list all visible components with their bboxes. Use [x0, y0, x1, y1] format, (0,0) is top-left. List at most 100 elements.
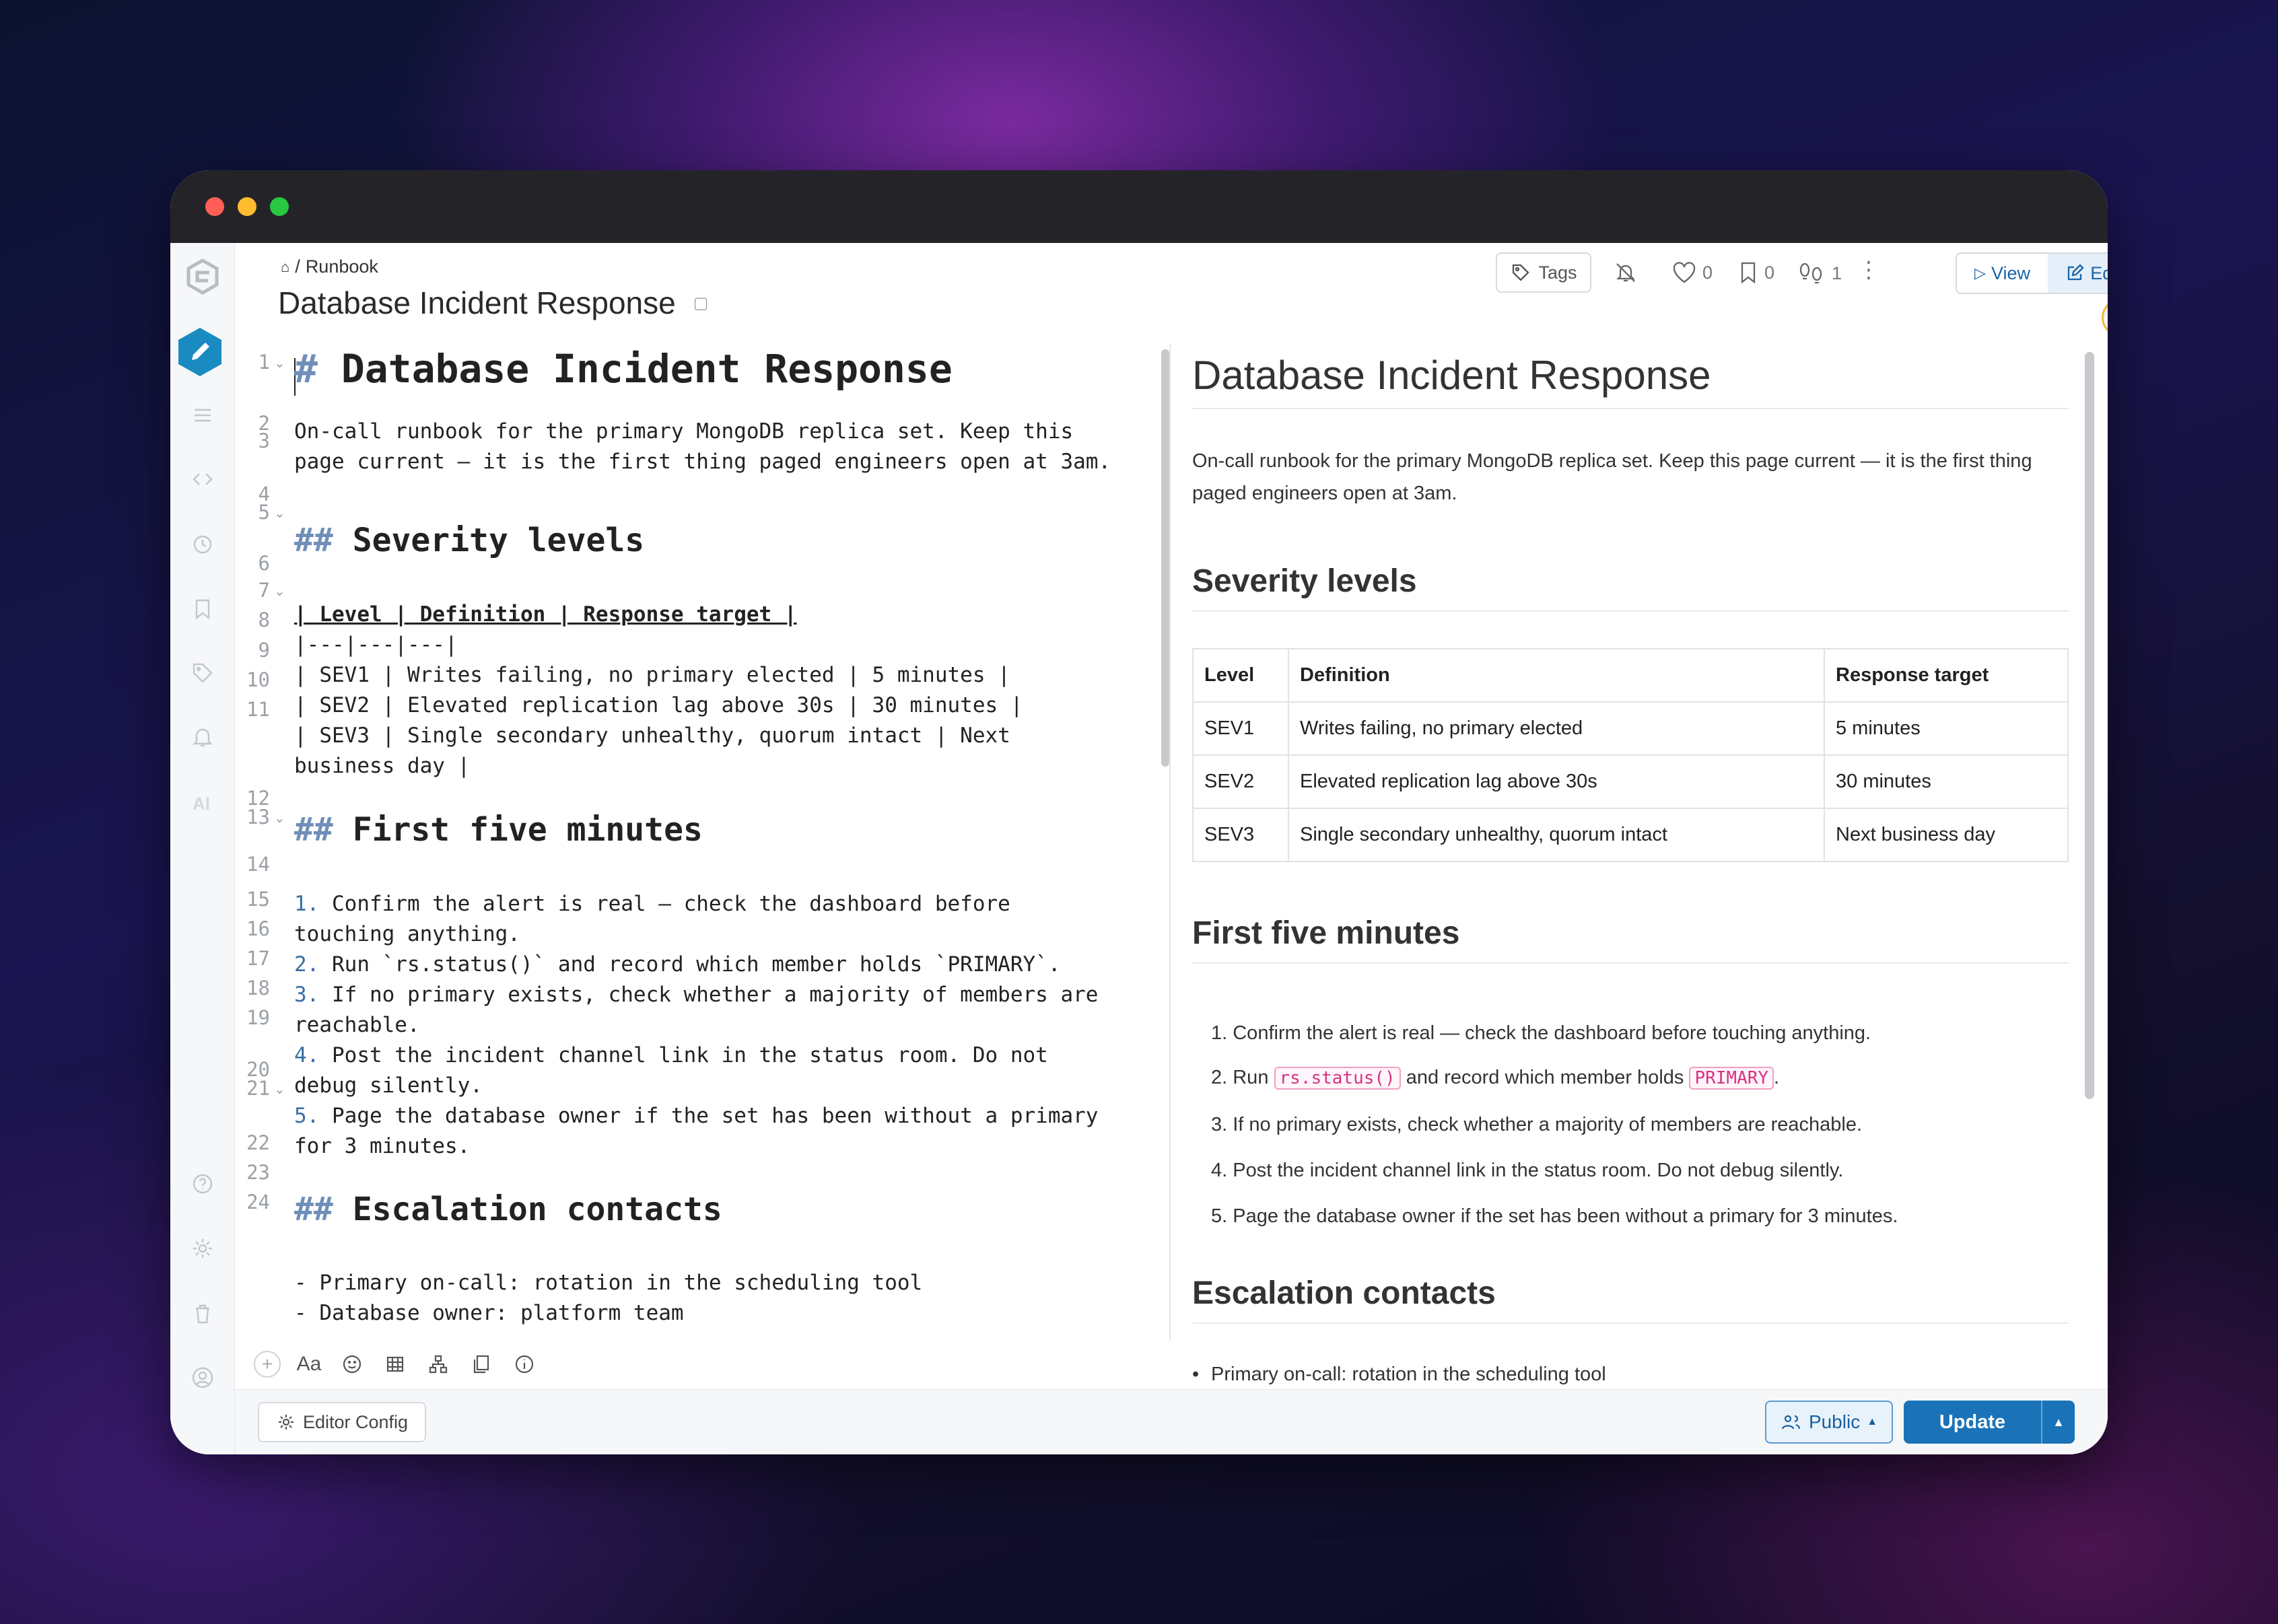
public-label: Public — [1808, 1411, 1861, 1432]
toc-icon[interactable] — [185, 398, 220, 433]
bullet-text: Primary on-call: rotation in the schedul… — [1211, 1364, 1606, 1385]
intro-line-2: page current — it is the first thing pag… — [294, 450, 1111, 474]
fold-chevron-icon[interactable]: ⌄ — [274, 505, 285, 522]
line-number: 14 — [246, 853, 270, 876]
edit-mode-icon[interactable] — [173, 325, 227, 379]
breadcrumb-runbook[interactable]: Runbook — [306, 256, 378, 277]
maximize-window-button[interactable] — [270, 197, 289, 216]
info-icon[interactable] — [510, 1349, 539, 1379]
h2-marker: ## — [294, 1191, 333, 1228]
edit-button[interactable]: Edit — [2048, 254, 2108, 293]
line-number: 11 — [246, 698, 270, 721]
tags-label: Tags — [1538, 262, 1577, 283]
view-button[interactable]: ▷ View — [1957, 254, 2048, 293]
app-window: AI ⌂ / Runbook Database Incident Respons… — [170, 170, 2108, 1454]
copy-path-icon[interactable]: ▢ — [693, 293, 709, 313]
md-table-header: | Level | Definition | Response target | — [294, 602, 797, 627]
editor-steps: 1. Confirm the alert is real — check the… — [294, 889, 1098, 1162]
history-icon[interactable] — [185, 527, 220, 562]
table-icon[interactable] — [380, 1349, 410, 1379]
step2: Run `rs.status()` and record which membe… — [319, 952, 1061, 977]
minimize-window-button[interactable] — [238, 197, 256, 216]
md-table-row3a: | SEV3 | Single secondary unhealthy, quo… — [294, 723, 1010, 748]
visibility-button[interactable]: Public ▲ — [1765, 1401, 1893, 1444]
step-num: 4. — [294, 1043, 320, 1067]
unsubscribe-button[interactable] — [1614, 260, 1638, 285]
fold-chevron-icon[interactable]: ⌄ — [274, 355, 285, 372]
caret-up-icon[interactable]: ▲ — [2041, 1401, 2075, 1444]
settings-icon[interactable] — [185, 1231, 220, 1266]
table-header: Response target — [1824, 648, 2069, 703]
h2-marker: ## — [294, 811, 333, 849]
line-number: 10 — [246, 668, 270, 691]
line-number: 8 — [258, 608, 270, 631]
line-number: 13 — [246, 806, 270, 828]
help-icon[interactable] — [185, 1166, 220, 1201]
fold-chevron-icon[interactable]: ⌄ — [274, 583, 285, 600]
table-cell: 5 minutes — [1824, 701, 2069, 756]
template-icon[interactable] — [467, 1349, 496, 1379]
app-logo-icon[interactable] — [182, 256, 223, 297]
line-number: 9 — [258, 639, 270, 662]
md-table-row1: | SEV1 | Writes failing, no primary elec… — [294, 663, 1010, 687]
line-number: 22 — [246, 1131, 270, 1154]
emoji-icon[interactable] — [337, 1349, 367, 1379]
table-header: Level — [1192, 648, 1289, 703]
add-icon[interactable]: + — [254, 1351, 281, 1378]
trash-icon[interactable] — [185, 1296, 220, 1331]
caret-up-icon: ▲ — [1867, 1416, 1878, 1427]
step2-post: . — [1774, 1067, 1780, 1088]
preview-step-4: 4. Post the incident channel link in the… — [1211, 1160, 1844, 1181]
more-options-icon[interactable]: ⋮ — [1857, 256, 1880, 283]
line-number: 17 — [246, 947, 270, 970]
fold-chevron-icon[interactable]: ⌄ — [274, 810, 285, 826]
bullet2: - Database owner: platform team — [294, 1301, 684, 1325]
editor-config-button[interactable]: Editor Config — [258, 1402, 426, 1442]
markdown-editor[interactable]: 1 ⌄ 2 3 4 5 ⌄ 6 7 ⌄ 8 9 10 11 12 13 ⌄ 14 15 16 17 18 19 20 21 ⌄ 22… — [235, 344, 1171, 1340]
editor-line-13: ## First five minutes — [294, 810, 703, 854]
bookmark-button[interactable]: 0 — [1737, 260, 1774, 285]
step3b: reachable. — [294, 1013, 420, 1037]
preview-intro: On-call runbook for the primary MongoDB … — [1192, 450, 2032, 504]
seen-count: 1 — [1832, 262, 1842, 283]
table-cell: Single secondary unhealthy, quorum intac… — [1288, 808, 1825, 862]
view-label: View — [1991, 262, 2030, 283]
table-cell: Writes failing, no primary elected — [1288, 701, 1825, 756]
line-number: 15 — [246, 888, 270, 911]
user-avatar[interactable] — [2102, 299, 2108, 337]
editor-toolbar: + Aa — [235, 1340, 1171, 1388]
step4b: debug silently. — [294, 1073, 483, 1098]
fold-chevron-icon[interactable]: ⌄ — [274, 1081, 285, 1098]
tag-icon[interactable] — [185, 656, 220, 691]
editor-line-5: ## Severity levels — [294, 520, 644, 565]
close-window-button[interactable] — [205, 197, 224, 216]
bookmark-icon[interactable] — [185, 592, 220, 627]
like-button[interactable]: 0 — [1671, 260, 1713, 285]
bell-off-icon — [1616, 263, 1635, 282]
step2-pre: 2. Run — [1211, 1067, 1274, 1088]
table-cell: SEV1 — [1192, 701, 1289, 756]
tags-button[interactable]: Tags — [1496, 252, 1591, 293]
h1-text: Database Incident Response — [317, 346, 953, 392]
font-button[interactable]: Aa — [294, 1349, 324, 1379]
bell-icon[interactable] — [185, 719, 220, 754]
user-account-icon[interactable] — [185, 1360, 220, 1395]
code-icon[interactable] — [185, 462, 220, 497]
preview-scrollbar[interactable] — [2085, 352, 2094, 1099]
seen-users-button[interactable]: 1 — [1797, 260, 1842, 286]
line-number: 1 — [258, 351, 270, 374]
preview-h2-first: First five minutes — [1192, 915, 2069, 964]
line-number: 23 — [246, 1161, 270, 1184]
editor-scrollbar[interactable] — [1161, 349, 1169, 767]
ai-icon[interactable]: AI — [185, 785, 220, 820]
bookmarks-count: 0 — [1764, 262, 1775, 283]
table-row: SEV3 Single secondary unhealthy, quorum … — [1192, 808, 2069, 862]
step-num: 5. — [294, 1104, 320, 1128]
page-header: ⌂ / Runbook Database Incident Response ▢… — [235, 243, 2108, 344]
home-icon[interactable]: ⌂ — [281, 258, 289, 276]
code-rs-status: rs.status() — [1274, 1067, 1401, 1090]
update-button[interactable]: Update ▲ — [1904, 1401, 2075, 1444]
h2-marker: ## — [294, 522, 333, 559]
table-cell: 30 minutes — [1824, 754, 2069, 809]
diagram-icon[interactable] — [423, 1349, 453, 1379]
